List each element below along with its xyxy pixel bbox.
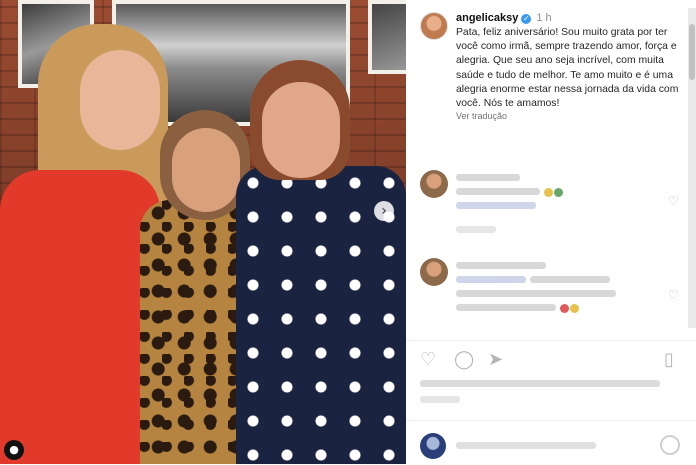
add-comment-bar — [406, 420, 696, 465]
post-date-blurred — [420, 396, 460, 403]
comment-text-blurred — [530, 276, 610, 283]
verified-badge-icon: ✓ — [521, 14, 532, 24]
comment-mention-blurred — [456, 276, 526, 283]
list-item: ♡ — [420, 170, 682, 240]
scrollbar-thumb[interactable] — [689, 24, 695, 80]
chevron-right-icon[interactable]: › — [374, 201, 394, 221]
see-translation-link[interactable]: Ver tradução — [456, 111, 684, 121]
heart-icon[interactable]: ♡ — [668, 194, 679, 208]
caption-text: Pata, feliz aniversário! Sou muito grata… — [456, 27, 679, 110]
person-left-face — [80, 50, 160, 150]
emoji-icon — [560, 304, 569, 313]
person-center-face — [172, 128, 240, 212]
liked-by-blurred — [420, 380, 660, 387]
comment-input-blurred[interactable] — [456, 442, 596, 449]
avatar[interactable] — [420, 12, 448, 40]
list-item: ♡ — [420, 258, 682, 338]
avatar — [420, 433, 446, 459]
timestamp: 1 h — [536, 12, 552, 24]
post-photo[interactable]: › ● — [0, 0, 406, 464]
reply-link-blurred[interactable] — [456, 226, 496, 233]
comment-text-blurred — [456, 290, 616, 297]
emoji-icon — [570, 304, 579, 313]
comment-text-blurred — [456, 304, 556, 311]
scrollbar[interactable] — [688, 8, 696, 328]
heart-icon[interactable]: ♡ — [420, 349, 436, 370]
heart-icon[interactable]: ♡ — [668, 288, 679, 302]
avatar[interactable] — [420, 258, 448, 286]
send-icon[interactable]: ➤ — [488, 349, 503, 370]
comment-username-blurred — [456, 262, 546, 269]
comment-mention-blurred — [456, 202, 536, 209]
person-left-red-dress — [0, 170, 160, 464]
user-icon[interactable]: ● — [4, 440, 24, 460]
comment-icon[interactable]: ◯ — [454, 349, 474, 370]
comment-text-blurred — [456, 188, 540, 195]
username[interactable]: angelicaksy — [456, 12, 518, 24]
comment-username-blurred — [456, 174, 520, 181]
avatar[interactable] — [420, 170, 448, 198]
post-sidebar: angelicaksy ✓ 1 h Pata, feliz aniversário!… — [406, 0, 696, 464]
emoji-icon[interactable] — [660, 435, 680, 455]
emoji-icon — [554, 188, 563, 197]
person-right-face — [262, 82, 340, 178]
emoji-icon — [544, 188, 553, 197]
bookmark-icon[interactable]: ▯ — [664, 349, 674, 370]
wall-picture-right — [368, 0, 406, 74]
post-actions-bar: ♡ ◯ ➤ ▯ — [406, 340, 696, 371]
